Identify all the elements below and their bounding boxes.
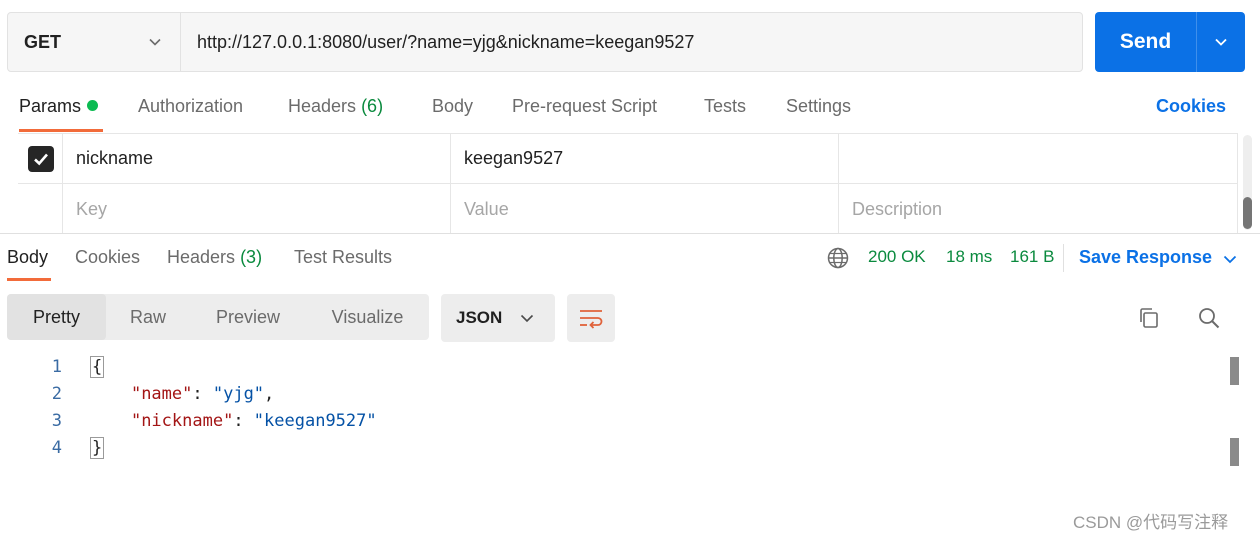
- method-select[interactable]: GET: [8, 13, 181, 71]
- json-value: "yjg": [212, 384, 265, 404]
- response-size[interactable]: 161 B: [1010, 247, 1054, 267]
- param-checkbox[interactable]: [28, 145, 54, 172]
- response-tab-test-results[interactable]: Test Results: [294, 247, 392, 268]
- line-number: 4: [51, 438, 62, 458]
- tab-label: Headers: [288, 96, 357, 116]
- format-label: JSON: [456, 308, 503, 327]
- code-line: 3 "nickname": "keegan9527": [0, 411, 1200, 438]
- line-number: 1: [51, 357, 62, 377]
- code-line: 2 "name": "yjg",: [0, 384, 1200, 411]
- response-time[interactable]: 18 ms: [946, 247, 992, 267]
- json-value: "keegan9527": [253, 411, 377, 431]
- code-scrollbar-lower[interactable]: [1230, 438, 1239, 466]
- tab-headers[interactable]: Headers (6): [288, 96, 383, 117]
- response-tab-cookies[interactable]: Cookies: [75, 247, 140, 268]
- view-mode-raw[interactable]: Raw: [106, 294, 190, 340]
- param-value-field[interactable]: keegan9527: [451, 134, 839, 183]
- tab-settings[interactable]: Settings: [786, 96, 851, 117]
- param-checkbox-cell: [18, 184, 63, 234]
- code-text: "name": "yjg",: [130, 384, 275, 404]
- code-line: 4 }: [0, 437, 1200, 465]
- format-select[interactable]: JSON: [441, 294, 555, 342]
- globe-icon[interactable]: [827, 247, 849, 269]
- watermark: CSDN @代码写注释: [1073, 513, 1229, 532]
- table-row: Key Value Description: [18, 184, 1238, 234]
- search-icon[interactable]: [1197, 306, 1221, 330]
- copy-icon[interactable]: [1137, 306, 1161, 330]
- json-key: "name": [130, 384, 193, 404]
- view-mode-visualize[interactable]: Visualize: [306, 294, 429, 340]
- panel-divider[interactable]: [0, 233, 1260, 234]
- param-checkbox-cell: [18, 134, 63, 183]
- response-tab-body[interactable]: Body: [7, 247, 48, 268]
- chevron-down-icon[interactable]: [1222, 251, 1238, 267]
- tab-body[interactable]: Body: [432, 96, 473, 117]
- tab-count: (3): [240, 247, 263, 267]
- save-response-button[interactable]: Save Response: [1079, 247, 1212, 268]
- params-indicator-dot: [87, 100, 99, 111]
- tab-authorization[interactable]: Authorization: [138, 96, 243, 117]
- param-description-input[interactable]: Description: [839, 184, 1238, 234]
- wrap-lines-button[interactable]: [567, 294, 615, 342]
- tab-count: (6): [361, 96, 384, 116]
- active-tab-indicator: [19, 129, 103, 132]
- close-brace: }: [90, 437, 105, 459]
- param-description-field[interactable]: [839, 134, 1238, 183]
- toolbar-divider: [1063, 244, 1064, 272]
- code-text: "nickname": "keegan9527": [130, 411, 377, 431]
- send-options-button[interactable]: [1196, 12, 1245, 72]
- response-tab-headers[interactable]: Headers (3): [167, 247, 262, 268]
- table-row: nickname keegan9527: [18, 134, 1238, 184]
- cookies-link[interactable]: Cookies: [1156, 96, 1226, 117]
- param-key-input[interactable]: Key: [63, 184, 451, 234]
- request-tabs: Params Authorization Headers (6) Body Pr…: [0, 84, 1260, 134]
- open-brace: {: [90, 356, 105, 378]
- line-number: 3: [51, 411, 62, 431]
- code-line: 1 {: [0, 356, 1200, 384]
- tab-label: Headers: [167, 247, 236, 267]
- view-mode-switcher: Pretty Raw Preview Visualize: [7, 294, 429, 340]
- active-response-tab-indicator: [7, 278, 51, 281]
- params-scrollbar-thumb[interactable]: [1243, 197, 1252, 229]
- code-scrollbar-upper[interactable]: [1230, 357, 1239, 385]
- response-body-viewer[interactable]: 1 { 2 "name": "yjg", 3 "nickname": "keeg…: [0, 356, 1230, 487]
- chevron-down-icon: [1215, 38, 1227, 46]
- tab-tests[interactable]: Tests: [704, 96, 746, 117]
- param-key-field[interactable]: nickname: [63, 134, 451, 183]
- line-number: 2: [51, 384, 62, 404]
- request-bar: GET http://127.0.0.1:8080/user/?name=yjg…: [7, 12, 1083, 72]
- chevron-down-icon: [149, 38, 161, 46]
- url-input[interactable]: http://127.0.0.1:8080/user/?name=yjg&nic…: [181, 13, 1082, 71]
- send-button[interactable]: Send: [1095, 12, 1196, 72]
- send-button-group: Send: [1095, 12, 1245, 72]
- tab-label: Params: [19, 96, 82, 116]
- method-label: GET: [24, 31, 62, 52]
- view-mode-pretty[interactable]: Pretty: [7, 294, 106, 340]
- view-mode-preview[interactable]: Preview: [190, 294, 306, 340]
- param-value-input[interactable]: Value: [451, 184, 839, 234]
- wrap-lines-icon: [580, 310, 603, 329]
- tab-params[interactable]: Params: [19, 96, 99, 117]
- tab-pre-request-script[interactable]: Pre-request Script: [512, 96, 657, 117]
- chevron-down-icon: [520, 314, 534, 323]
- status-code[interactable]: 200 OK: [868, 247, 926, 267]
- params-table: nickname keegan9527 Key Value Descriptio…: [18, 133, 1238, 234]
- code-text: }: [90, 437, 105, 459]
- checkmark-icon: [34, 153, 48, 165]
- code-text: {: [90, 356, 105, 378]
- json-key: "nickname": [130, 411, 234, 431]
